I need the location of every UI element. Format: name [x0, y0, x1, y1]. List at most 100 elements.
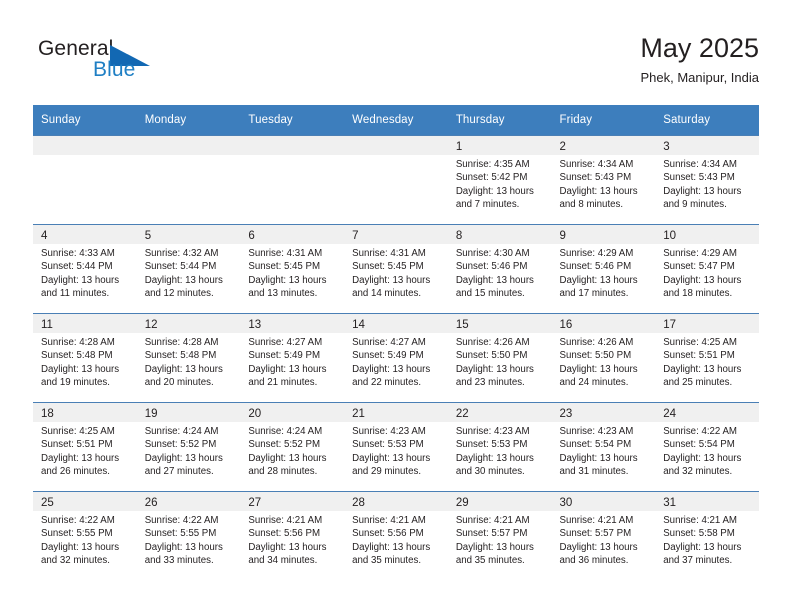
calendar-day-cell[interactable]: 11 Sunrise: 4:28 AM Sunset: 5:48 PM Dayligh… — [33, 313, 137, 403]
day-number: 13 — [248, 319, 262, 331]
calendar-day-cell[interactable]: 5 Sunrise: 4:32 AM Sunset: 5:44 PM Daylight… — [136, 224, 241, 314]
day-number-band: 20 — [240, 403, 345, 422]
daylight-duration-line1: Daylight: 13 hours — [248, 363, 327, 375]
sunset-time: Sunset: 5:46 PM — [455, 261, 528, 273]
calendar-day-cell[interactable]: 22 Sunrise: 4:23 AM Sunset: 5:53 PM Dayligh… — [447, 402, 552, 492]
sunset-time: Sunset: 5:51 PM — [663, 350, 735, 362]
day-number: 27 — [248, 497, 262, 509]
day-number-band: 13 — [240, 314, 345, 333]
day-sun-info: Sunrise: 4:25 AM Sunset: 5:51 PM Daylight:… — [33, 422, 137, 479]
day-sun-info: Sunrise: 4:31 AM Sunset: 5:45 PM Daylight:… — [344, 244, 448, 301]
day-number: 23 — [559, 408, 573, 420]
day-cell-inner: 14 Sunrise: 4:27 AM Sunset: 5:49 PM Dayligh… — [344, 314, 448, 402]
day-number-band: 17 — [655, 314, 759, 333]
sunset-time: Sunset: 5:44 PM — [144, 261, 217, 273]
day-number: 21 — [352, 408, 365, 420]
calendar-day-cell[interactable]: 23 Sunrise: 4:23 AM Sunset: 5:54 PM Dayligh… — [551, 402, 656, 492]
daylight-duration-line1: Daylight: 13 hours — [248, 452, 327, 464]
calendar-day-cell[interactable]: 4 Sunrise: 4:33 AM Sunset: 5:44 PM Daylight… — [33, 224, 137, 314]
day-cell-inner: 29 Sunrise: 4:21 AM Sunset: 5:57 PM Dayligh… — [447, 492, 552, 580]
sunset-time: Sunset: 5:53 PM — [455, 439, 528, 451]
day-number-band: 4 — [33, 225, 137, 244]
day-number-band: 26 — [136, 492, 241, 511]
calendar-day-cell[interactable]: 28 Sunrise: 4:21 AM Sunset: 5:56 PM Dayligh… — [344, 491, 448, 580]
page-title: May 2025 — [640, 33, 759, 63]
day-sun-info: Sunrise: 4:33 AM Sunset: 5:44 PM Daylight:… — [33, 244, 137, 301]
sunrise-time: Sunrise: 4:32 AM — [144, 248, 219, 259]
calendar-cell-empty — [240, 135, 345, 225]
day-cell-inner: 21 Sunrise: 4:23 AM Sunset: 5:53 PM Dayligh… — [344, 403, 448, 491]
calendar-day-cell[interactable]: 3 Sunrise: 4:34 AM Sunset: 5:43 PM Daylight… — [655, 135, 759, 225]
calendar-day-cell[interactable]: 7 Sunrise: 4:31 AM Sunset: 5:45 PM Daylight… — [344, 224, 448, 314]
daylight-duration-line2: and 22 minutes. — [352, 377, 422, 389]
calendar-day-cell[interactable]: 20 Sunrise: 4:24 AM Sunset: 5:52 PM Dayligh… — [240, 402, 345, 492]
daylight-duration-line2: and 35 minutes. — [352, 555, 422, 567]
day-number: 1 — [455, 141, 463, 153]
sunset-time: Sunset: 5:56 PM — [248, 528, 321, 540]
sunrise-time: Sunrise: 4:21 AM — [352, 515, 426, 526]
day-sun-info: Sunrise: 4:21 AM Sunset: 5:58 PM Daylight:… — [655, 511, 759, 568]
daylight-duration-line2: and 33 minutes. — [144, 555, 214, 567]
calendar-day-cell[interactable]: 16 Sunrise: 4:26 AM Sunset: 5:50 PM Dayligh… — [551, 313, 656, 403]
day-number-band: 25 — [33, 492, 137, 511]
calendar-day-cell[interactable]: 8 Sunrise: 4:30 AM Sunset: 5:46 PM Daylight… — [447, 224, 552, 314]
calendar-day-cell[interactable]: 1 Sunrise: 4:35 AM Sunset: 5:42 PM Daylight… — [447, 135, 552, 225]
day-sun-info: Sunrise: 4:30 AM Sunset: 5:46 PM Daylight:… — [448, 244, 552, 301]
day-number: 24 — [663, 408, 677, 420]
day-sun-info: Sunrise: 4:26 AM Sunset: 5:50 PM Daylight:… — [552, 333, 656, 390]
calendar-day-cell[interactable]: 14 Sunrise: 4:27 AM Sunset: 5:49 PM Dayligh… — [344, 313, 448, 403]
sunrise-time: Sunrise: 4:25 AM — [41, 426, 115, 437]
day-number: 12 — [144, 319, 158, 331]
general-blue-logo[interactable]: General Blue — [38, 36, 238, 92]
calendar-day-cell[interactable]: 21 Sunrise: 4:23 AM Sunset: 5:53 PM Dayligh… — [344, 402, 448, 492]
page-location: Phek, Manipur, India — [640, 70, 759, 85]
daylight-duration-line1: Daylight: 13 hours — [41, 541, 120, 553]
calendar-day-cell[interactable]: 12 Sunrise: 4:28 AM Sunset: 5:48 PM Dayligh… — [136, 313, 241, 403]
calendar-day-cell[interactable]: 25 Sunrise: 4:22 AM Sunset: 5:55 PM Dayligh… — [33, 491, 137, 580]
calendar-day-cell[interactable]: 29 Sunrise: 4:21 AM Sunset: 5:57 PM Dayligh… — [447, 491, 552, 580]
calendar-day-cell[interactable]: 19 Sunrise: 4:24 AM Sunset: 5:52 PM Dayligh… — [136, 402, 241, 492]
calendar-day-cell[interactable]: 2 Sunrise: 4:34 AM Sunset: 5:43 PM Daylight… — [551, 135, 656, 225]
day-number: 4 — [41, 230, 48, 242]
sunrise-time: Sunrise: 4:24 AM — [248, 426, 323, 437]
calendar-week-row: 4 Sunrise: 4:33 AM Sunset: 5:44 PM Daylight… — [33, 224, 759, 314]
calendar-day-cell[interactable]: 26 Sunrise: 4:22 AM Sunset: 5:55 PM Dayligh… — [136, 491, 241, 580]
sunrise-time: Sunrise: 4:21 AM — [559, 515, 634, 526]
day-sun-info: Sunrise: 4:23 AM Sunset: 5:53 PM Daylight:… — [448, 422, 552, 479]
calendar-day-cell[interactable]: 31 Sunrise: 4:21 AM Sunset: 5:58 PM Dayligh… — [655, 491, 759, 580]
sunset-time: Sunset: 5:45 PM — [248, 261, 321, 273]
day-cell-inner: 16 Sunrise: 4:26 AM Sunset: 5:50 PM Dayligh… — [551, 314, 656, 402]
calendar-day-cell[interactable]: 30 Sunrise: 4:21 AM Sunset: 5:57 PM Dayligh… — [551, 491, 656, 580]
day-sun-info: Sunrise: 4:27 AM Sunset: 5:49 PM Daylight:… — [240, 333, 344, 390]
day-number-band: 18 — [33, 403, 137, 422]
daylight-duration-line2: and 13 minutes. — [248, 288, 318, 300]
daylight-duration-line1: Daylight: 13 hours — [41, 452, 120, 464]
sunset-time: Sunset: 5:49 PM — [352, 350, 424, 362]
calendar-day-cell[interactable]: 17 Sunrise: 4:25 AM Sunset: 5:51 PM Dayligh… — [655, 313, 759, 403]
calendar-day-cell[interactable]: 6 Sunrise: 4:31 AM Sunset: 5:45 PM Daylight… — [240, 224, 345, 314]
day-cell-inner: 22 Sunrise: 4:23 AM Sunset: 5:53 PM Dayligh… — [447, 403, 552, 491]
calendar-day-cell[interactable]: 27 Sunrise: 4:21 AM Sunset: 5:56 PM Dayligh… — [240, 491, 345, 580]
daylight-duration-line2: and 31 minutes. — [559, 466, 629, 478]
calendar-day-cell[interactable]: 13 Sunrise: 4:27 AM Sunset: 5:49 PM Dayligh… — [240, 313, 345, 403]
daylight-duration-line2: and 8 minutes. — [559, 199, 624, 211]
sunset-time: Sunset: 5:48 PM — [144, 350, 217, 362]
calendar-day-cell[interactable]: 9 Sunrise: 4:29 AM Sunset: 5:46 PM Daylight… — [551, 224, 656, 314]
sunrise-time: Sunrise: 4:29 AM — [559, 248, 634, 259]
calendar-day-cell[interactable]: 15 Sunrise: 4:26 AM Sunset: 5:50 PM Dayligh… — [447, 313, 552, 403]
day-number: 16 — [559, 319, 573, 331]
sunrise-time: Sunrise: 4:25 AM — [663, 337, 737, 348]
day-cell-inner: 1 Sunrise: 4:35 AM Sunset: 5:42 PM Daylight… — [447, 136, 552, 224]
calendar-day-cell[interactable]: 24 Sunrise: 4:22 AM Sunset: 5:54 PM Dayligh… — [655, 402, 759, 492]
daylight-duration-line1: Daylight: 13 hours — [144, 541, 223, 553]
day-number: 31 — [663, 497, 677, 509]
day-cell-inner: 15 Sunrise: 4:26 AM Sunset: 5:50 PM Dayligh… — [447, 314, 552, 402]
sunset-time: Sunset: 5:58 PM — [663, 528, 735, 540]
calendar-day-cell[interactable]: 18 Sunrise: 4:25 AM Sunset: 5:51 PM Dayligh… — [33, 402, 137, 492]
day-number: 9 — [559, 230, 566, 242]
day-sun-info: Sunrise: 4:34 AM Sunset: 5:43 PM Daylight:… — [655, 155, 759, 212]
day-cell-inner — [136, 136, 241, 224]
calendar-day-cell[interactable]: 10 Sunrise: 4:29 AM Sunset: 5:47 PM Dayligh… — [655, 224, 759, 314]
daylight-duration-line1: Daylight: 13 hours — [455, 185, 534, 197]
day-cell-inner: 17 Sunrise: 4:25 AM Sunset: 5:51 PM Dayligh… — [655, 314, 759, 402]
